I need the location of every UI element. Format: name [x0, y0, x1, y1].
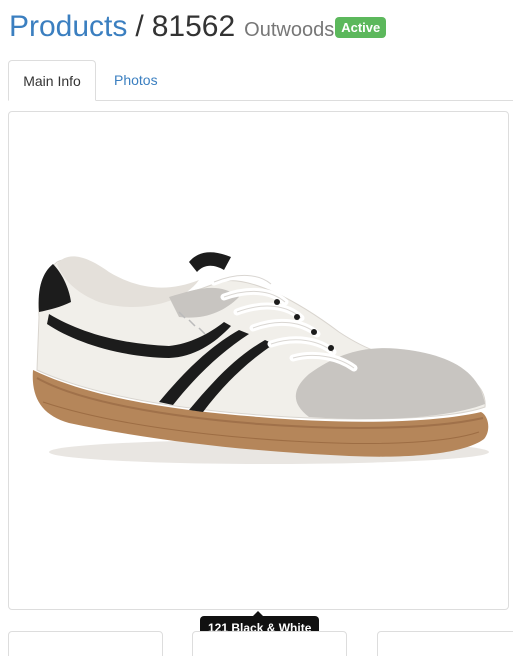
tab-main-info[interactable]: Main Info	[8, 60, 96, 101]
status-badge: Active	[335, 17, 387, 38]
eyelet	[311, 329, 317, 335]
eyelet	[328, 345, 334, 351]
product-page: Products / 81562 Outwoods Active Main In…	[0, 0, 513, 656]
photo-thumbnail[interactable]	[192, 631, 347, 656]
breadcrumb-products-link[interactable]: Products	[9, 10, 127, 44]
eyelet	[274, 299, 280, 305]
product-id: 81562	[151, 10, 236, 43]
tongue-top-shape	[189, 252, 231, 272]
brand-name: Outwoods	[244, 19, 335, 41]
tab-photos[interactable]: Photos	[99, 60, 173, 101]
page-title: Products / 81562 Outwoods Active	[9, 10, 387, 50]
photo-thumbnail[interactable]	[8, 631, 163, 656]
breadcrumb-separator: /	[135, 10, 144, 43]
product-image-panel	[8, 111, 509, 610]
photo-thumbnail[interactable]	[377, 631, 513, 656]
sneaker-image	[32, 252, 489, 464]
tab-bar: Main Info Photos	[8, 60, 513, 101]
eyelet	[294, 314, 300, 320]
